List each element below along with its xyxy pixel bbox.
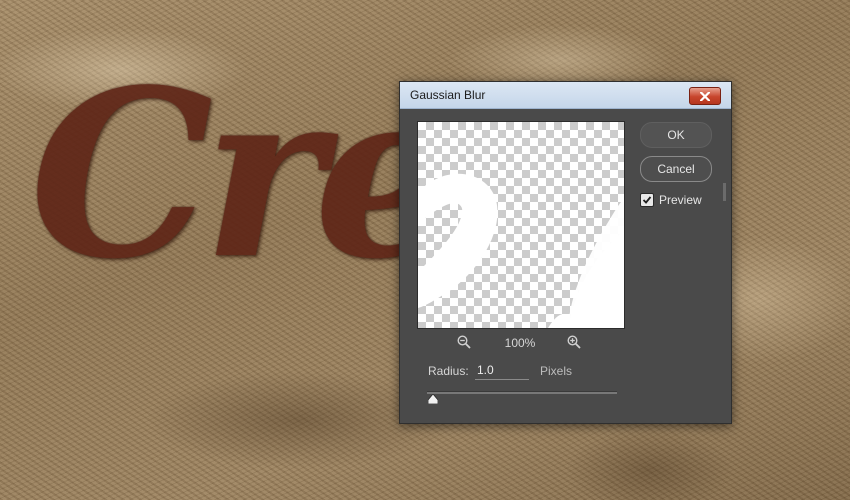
dialog-titlebar[interactable]: Gaussian Blur xyxy=(400,82,731,109)
checkmark-icon xyxy=(642,196,652,204)
cancel-button[interactable]: Cancel xyxy=(640,156,712,182)
preview-image xyxy=(418,173,624,328)
ok-button[interactable]: OK xyxy=(640,122,712,148)
radius-unit-label: Pixels xyxy=(540,364,573,378)
preview-label: Preview xyxy=(659,193,702,207)
radius-input[interactable] xyxy=(475,361,529,380)
zoom-level: 100% xyxy=(504,336,536,350)
zoom-in-icon[interactable] xyxy=(567,335,581,349)
dialog-title: Gaussian Blur xyxy=(410,88,486,102)
radius-slider-thumb[interactable] xyxy=(428,394,438,404)
radius-label: Radius: xyxy=(428,364,469,378)
radius-slider[interactable] xyxy=(427,391,617,394)
close-icon xyxy=(700,91,710,101)
dialog-edge-handle xyxy=(723,183,726,201)
preview-area[interactable] xyxy=(417,121,625,329)
preview-checkbox[interactable] xyxy=(640,193,654,207)
close-button[interactable] xyxy=(689,87,721,105)
zoom-controls: 100% xyxy=(417,334,623,352)
gaussian-blur-dialog: Gaussian Blur 100% OK Cancel Preview Rad… xyxy=(399,81,732,424)
